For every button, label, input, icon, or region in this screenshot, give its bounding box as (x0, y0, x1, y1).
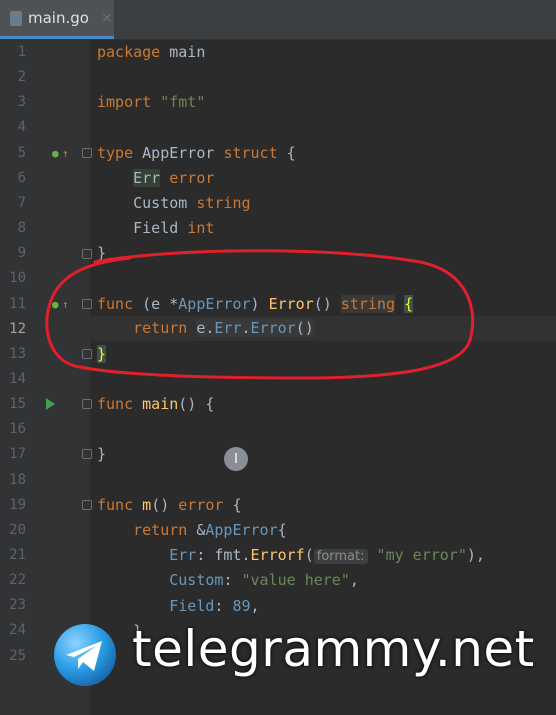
text-cursor-icon: I (224, 447, 248, 471)
watermark: telegrammy.net (48, 618, 556, 698)
telegram-logo-icon (54, 624, 116, 686)
watermark-text: telegrammy.net (132, 620, 535, 678)
red-annotation-circle (45, 249, 475, 380)
